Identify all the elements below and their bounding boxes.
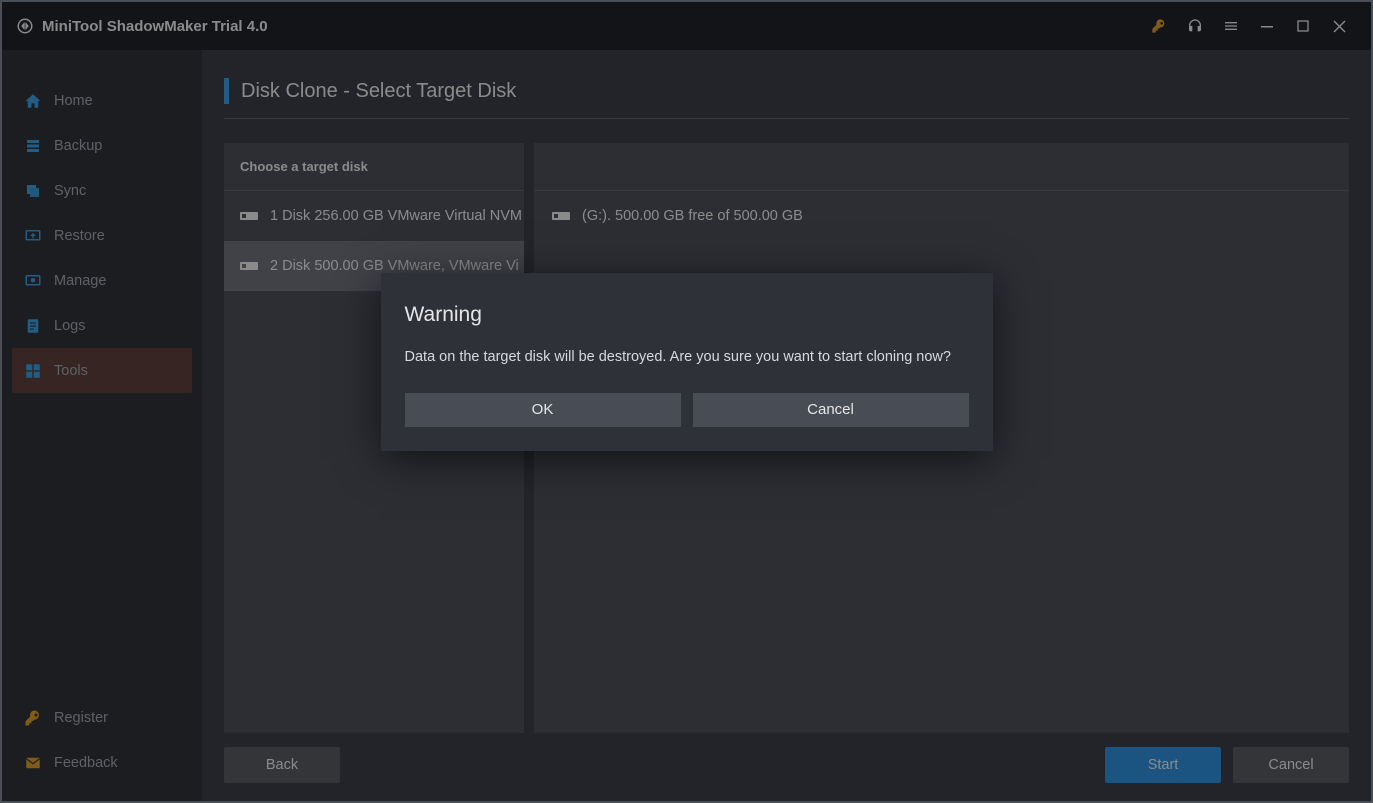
dialog-cancel-button[interactable]: Cancel [693,393,969,427]
app-window: MiniTool ShadowMaker Trial 4.0 [0,0,1373,803]
dialog-title: Warning [405,303,969,327]
dialog-message: Data on the target disk will be destroye… [405,349,969,365]
warning-dialog: Warning Data on the target disk will be … [381,273,993,451]
modal-overlay: Warning Data on the target disk will be … [2,2,1371,801]
dialog-ok-button[interactable]: OK [405,393,681,427]
